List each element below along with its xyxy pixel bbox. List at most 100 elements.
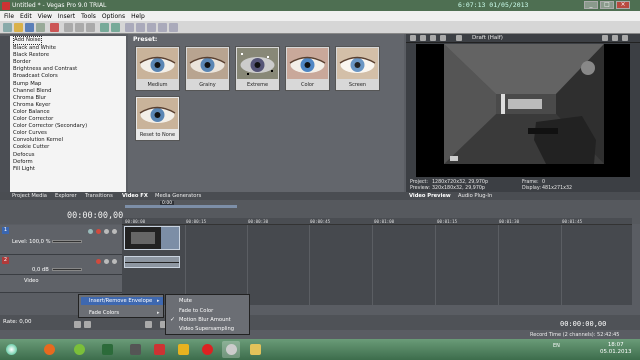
fx-list-item[interactable]: Black and White <box>10 45 126 52</box>
taskbar-app[interactable] <box>174 341 192 358</box>
mute-icon[interactable] <box>104 259 109 264</box>
menu-options[interactable]: Options <box>102 13 125 20</box>
fx-list-item[interactable]: Channel Blend <box>10 88 126 95</box>
taskbar-app[interactable] <box>150 341 168 358</box>
paste-icon[interactable] <box>86 23 95 32</box>
track-fx-icon[interactable] <box>96 229 101 234</box>
language-indicator[interactable]: EN <box>553 343 560 349</box>
fx-list-item[interactable]: Color Curves <box>10 130 126 137</box>
fx-list-item[interactable]: Color Corrector (Secondary) <box>10 123 126 130</box>
split-screen-icon[interactable] <box>430 35 436 41</box>
cut-icon[interactable] <box>64 23 73 32</box>
loop-region-bar[interactable] <box>125 205 237 208</box>
track-header-envelope[interactable]: Video <box>0 275 122 293</box>
menu-item-insert-remove-envelope[interactable]: Insert/Remove Envelope <box>89 298 152 304</box>
properties-icon[interactable] <box>36 23 45 32</box>
track-motion-icon[interactable] <box>88 229 93 234</box>
timeline-ruler[interactable]: 00:00:00 00:00:15 00:00:30 00:00:45 00:0… <box>122 218 632 225</box>
system-clock[interactable]: 18:07 05.01.2013 <box>600 342 632 355</box>
menu-edit[interactable]: Edit <box>20 13 32 20</box>
fx-list-item[interactable]: Fill Light <box>10 166 126 173</box>
help-icon[interactable] <box>169 23 178 32</box>
audio-clip[interactable] <box>124 256 180 268</box>
menu-item-video-supersampling[interactable]: Video Supersampling <box>179 326 234 332</box>
overlays-icon[interactable] <box>440 35 446 41</box>
zoom-icon[interactable] <box>125 23 134 32</box>
fx-list-item[interactable]: Add Noise <box>10 36 126 46</box>
preset-color[interactable]: Color <box>285 46 330 91</box>
close-button[interactable]: × <box>616 1 630 9</box>
menu-item-motion-blur-amount[interactable]: Motion Blur Amount <box>179 317 231 323</box>
video-fx-list[interactable]: Add Noise Black and White Black Restore … <box>10 36 126 192</box>
copy-snapshot-icon[interactable] <box>602 35 608 41</box>
track-header-audio[interactable]: 2 0,0 dB <box>0 255 122 275</box>
preset-grainy[interactable]: Grainy <box>185 46 230 91</box>
fx-list-item[interactable]: Cookie Cutter <box>10 144 126 151</box>
taskbar-app[interactable] <box>98 341 116 358</box>
undo-icon[interactable] <box>100 23 109 32</box>
save-snapshot-icon[interactable] <box>612 35 618 41</box>
menu-view[interactable]: View <box>38 13 52 20</box>
fx-list-item[interactable]: Defocus <box>10 152 126 159</box>
track-header-video[interactable]: 1 Level: 100,0 % <box>0 225 122 255</box>
stop-icon[interactable] <box>145 321 152 328</box>
taskbar-yandex[interactable] <box>198 341 216 358</box>
preset-extreme[interactable]: Extreme <box>235 46 280 91</box>
fx-list-item[interactable]: Deform <box>10 159 126 166</box>
timeline-tracks[interactable] <box>122 225 632 305</box>
taskbar-firefox[interactable] <box>40 341 58 358</box>
preset-medium[interactable]: Medium <box>135 46 180 91</box>
fx-list-item[interactable]: Black Restore <box>10 52 126 59</box>
menu-item-mute[interactable]: Mute <box>179 298 192 304</box>
menu-help[interactable]: Help <box>131 13 145 20</box>
menu-item-fade-to-color[interactable]: Fade to Color <box>179 308 213 314</box>
render-icon[interactable] <box>50 23 59 32</box>
menu-tools[interactable]: Tools <box>81 13 96 20</box>
taskbar-vegas[interactable] <box>222 341 240 358</box>
tab-explorer[interactable]: Explorer <box>55 193 77 199</box>
maximize-button[interactable]: □ <box>600 1 614 9</box>
volume-slider[interactable] <box>52 268 82 271</box>
preset-reset-to-none[interactable]: Reset to None <box>135 96 180 141</box>
solo-icon[interactable] <box>112 229 117 234</box>
save-icon[interactable] <box>25 23 34 32</box>
preview-properties-icon[interactable] <box>410 35 416 41</box>
preview-quality-icon[interactable] <box>456 35 462 41</box>
tab-video-fx[interactable]: Video FX <box>122 193 148 199</box>
external-monitor-icon[interactable] <box>420 35 426 41</box>
fx-list-item[interactable]: Broadcast Colors <box>10 73 126 80</box>
lock-icon[interactable] <box>158 23 167 32</box>
solo-icon[interactable] <box>112 259 117 264</box>
video-clip[interactable] <box>124 226 180 250</box>
taskbar-explorer[interactable] <box>246 341 264 358</box>
fx-list-item[interactable]: Chroma Keyer <box>10 102 126 109</box>
envelope-tool-icon[interactable] <box>136 23 145 32</box>
new-icon[interactable] <box>3 23 12 32</box>
fx-list-item[interactable]: Chroma Blur <box>10 95 126 102</box>
snap-icon[interactable] <box>147 23 156 32</box>
menu-insert[interactable]: Insert <box>58 13 75 20</box>
mute-icon[interactable] <box>104 229 109 234</box>
minimize-button[interactable]: _ <box>584 1 598 9</box>
fx-list-item[interactable]: Brightness and Contrast <box>10 66 126 73</box>
fx-list-item[interactable]: Color Balance <box>10 109 126 116</box>
taskbar-app[interactable] <box>126 341 144 358</box>
tab-project-media[interactable]: Project Media <box>12 193 47 199</box>
fx-list-item[interactable]: Border <box>10 59 126 66</box>
preview-quality-dropdown[interactable]: Draft (Half) <box>472 35 503 41</box>
display-options-icon[interactable] <box>622 35 628 41</box>
tab-audio-plugin[interactable]: Audio Plug-In <box>458 193 492 199</box>
loop-icon[interactable] <box>84 321 91 328</box>
tab-transitions[interactable]: Transitions <box>85 193 113 199</box>
vegas-app-icon[interactable] <box>2 1 10 10</box>
menu-item-fade-colors[interactable]: Fade Colors <box>89 310 119 316</box>
open-icon[interactable] <box>14 23 23 32</box>
record-icon[interactable] <box>74 321 81 328</box>
start-button[interactable] <box>2 341 20 358</box>
copy-icon[interactable] <box>75 23 84 32</box>
redo-icon[interactable] <box>111 23 120 32</box>
fx-list-item[interactable]: Color Corrector <box>10 116 126 123</box>
level-slider[interactable] <box>52 240 82 243</box>
tab-media-generators[interactable]: Media Generators <box>155 193 201 199</box>
taskbar-utorrent[interactable] <box>70 341 88 358</box>
